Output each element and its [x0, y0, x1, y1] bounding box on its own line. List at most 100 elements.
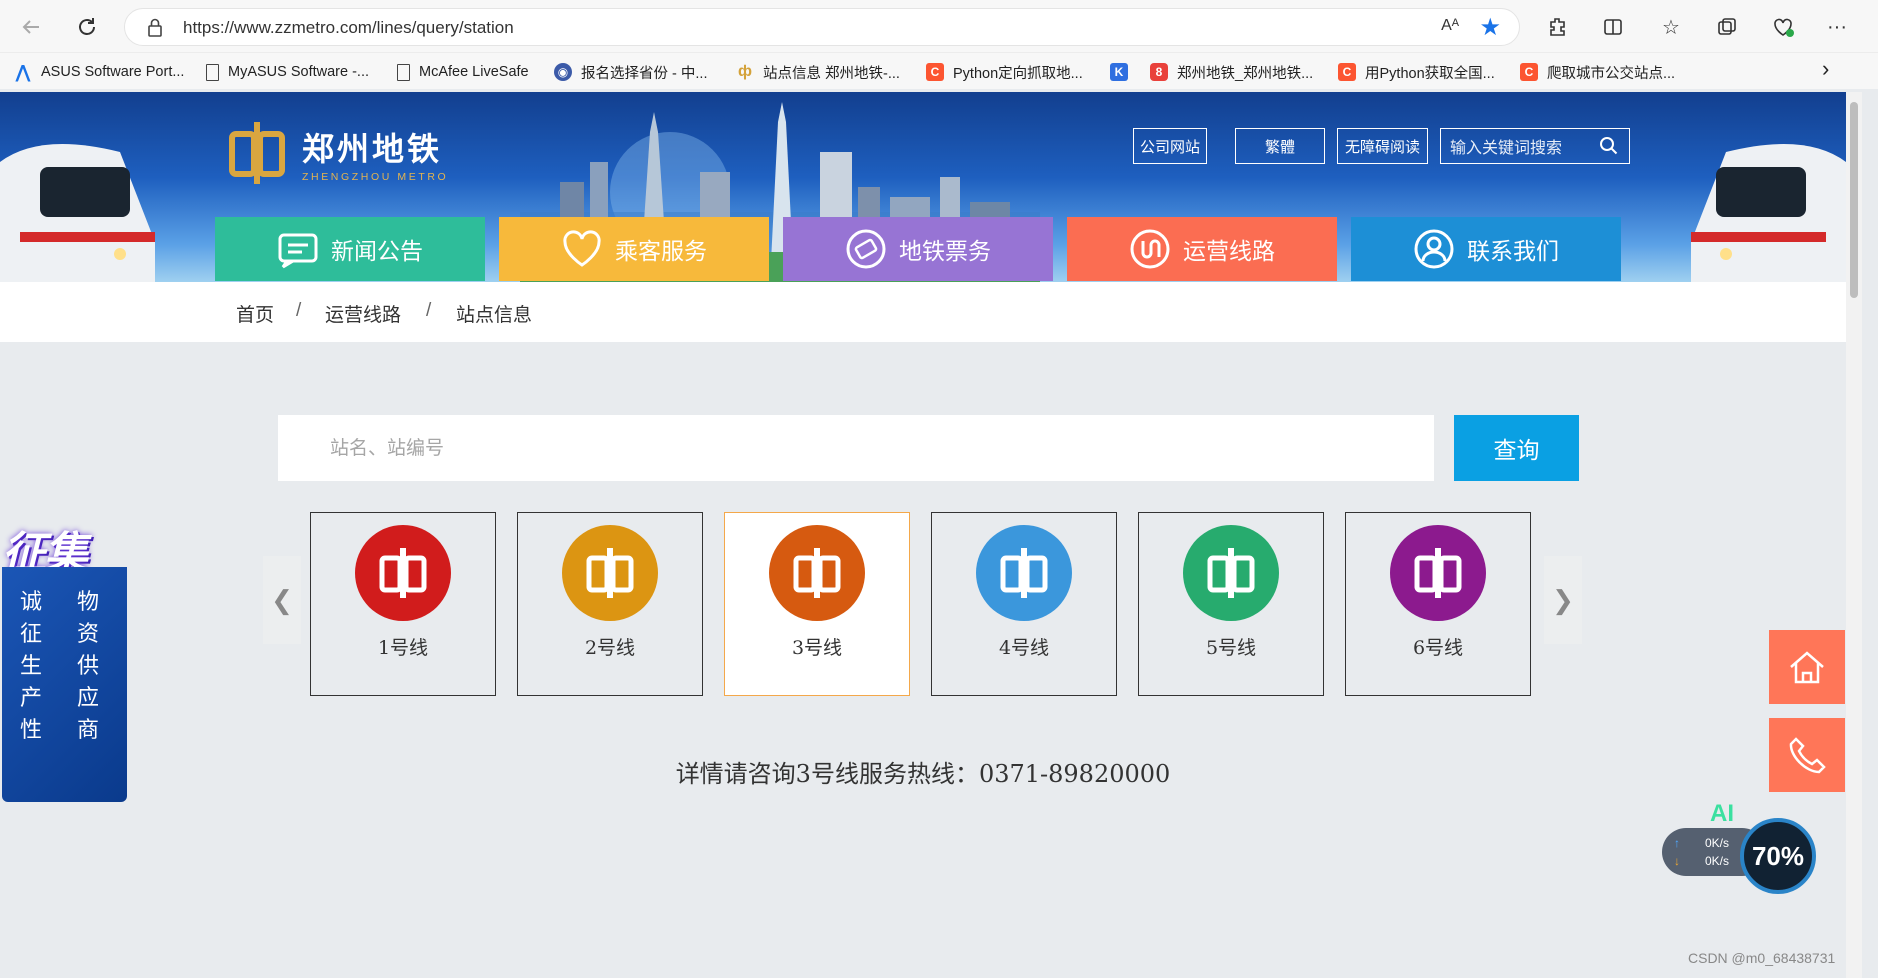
split-screen-icon[interactable] [1598, 12, 1628, 42]
page-viewport: 郑州地铁 ZHENGZHOU METRO 公司网站 繁體 无障碍阅读 输入关键词… [0, 92, 1846, 978]
baidu-icon: 8 [1150, 63, 1168, 81]
metro-logo-icon [769, 525, 865, 621]
line-card-1[interactable]: 1号线 [310, 512, 496, 696]
csdn-icon: C [926, 63, 944, 81]
back-arrow-icon [22, 20, 39, 34]
main-menu: 新闻公告 乘客服务 地铁票务 运营线路 联系我们 [215, 217, 1635, 281]
url-text: https://www.zzmetro.com/lines/query/stat… [183, 18, 514, 37]
breadcrumb-home[interactable]: 首页 [236, 300, 274, 327]
bookmarks-bar: ⋀ ASUS Software Port... MyASUS Software … [0, 53, 1878, 89]
station-search-input[interactable] [278, 415, 1434, 481]
recruit-box: 诚 征 生 产 性 物 资 供 应 商 [2, 567, 127, 802]
carousel-prev-button[interactable]: ❮ [263, 556, 301, 644]
site-logo[interactable]: 郑州地铁 ZHENGZHOU METRO [224, 120, 448, 186]
menu-item-operating-lines[interactable]: 运营线路 [1067, 217, 1337, 281]
station-search-box [278, 415, 1434, 481]
breadcrumb: 首页 / 运营线路 / 站点信息 [0, 282, 1846, 342]
menu-item-news[interactable]: 新闻公告 [215, 217, 485, 281]
service-hotline-text: 详情请咨询3号线服务热线：0371-89820000 [675, 760, 1171, 788]
metro-logo-icon [1183, 525, 1279, 621]
line-carousel: 1号线 2号线 3号线 4号线 5号线 6号线 [310, 512, 1531, 696]
globe-icon: ◉ [554, 63, 572, 81]
traditional-chinese-button[interactable]: 繁體 [1235, 128, 1325, 164]
logo-subtitle: ZHENGZHOU METRO [302, 170, 449, 183]
line-card-5[interactable]: 5号线 [1138, 512, 1324, 696]
header-search-input[interactable]: 输入关键词搜索 [1440, 128, 1630, 164]
breadcrumb-separator: / [426, 300, 432, 321]
breadcrumb-operating-lines[interactable]: 运营线路 [325, 300, 401, 327]
accessibility-reading-button[interactable]: 无障碍阅读 [1337, 128, 1428, 164]
csdn-icon: C [1338, 63, 1356, 81]
phone-icon [1789, 737, 1826, 774]
csdn-icon: C [1520, 63, 1538, 81]
heart-icon [563, 230, 601, 267]
line-label: 4号线 [998, 637, 1050, 659]
memory-usage-ring: 70% [1740, 818, 1816, 894]
home-float-button[interactable] [1769, 630, 1845, 704]
address-bar[interactable]: https://www.zzmetro.com/lines/query/stat… [124, 8, 1520, 46]
more-menu-icon[interactable]: ··· [1822, 12, 1852, 42]
bookmark-item[interactable]: ◉ 报名选择省份 - 中... [554, 61, 707, 83]
performance-heart-icon[interactable] [1768, 12, 1798, 42]
read-aloud-icon[interactable]: Aᴬ [1441, 17, 1459, 35]
favorites-icon[interactable]: ☆ [1656, 12, 1686, 42]
download-speed: 0K/s [1705, 854, 1730, 868]
logo-title: 郑州地铁 [302, 129, 443, 168]
bookmark-item[interactable]: C Python定向抓取地... [926, 61, 1083, 83]
bookmark-item[interactable]: C 爬取城市公交站点... [1520, 61, 1675, 83]
line-label: 1号线 [377, 637, 429, 659]
more-bookmarks-chevron-icon[interactable]: › [1822, 56, 1829, 81]
breadcrumb-station-info: 站点信息 [456, 304, 533, 326]
download-arrow-icon: ↓ [1674, 854, 1680, 868]
metro-logo-icon [1390, 525, 1486, 621]
bookmark-item[interactable]: ф 站点信息 郑州地铁-... [736, 61, 900, 83]
bookmark-item[interactable]: ⋀ ASUS Software Port... [14, 61, 184, 83]
line-card-4[interactable]: 4号线 [931, 512, 1117, 696]
favorite-star-icon[interactable]: ★ [1479, 13, 1501, 42]
refresh-icon [79, 18, 95, 35]
menu-item-contact-us[interactable]: 联系我们 [1351, 217, 1621, 281]
bookmark-item[interactable]: K [1110, 61, 1137, 83]
bookmark-item[interactable]: 8 郑州地铁_郑州地铁... [1150, 61, 1313, 83]
carousel-next-button[interactable]: ❯ [1544, 556, 1582, 644]
recruit-title: 征集 [2, 528, 88, 579]
ticket-icon [846, 229, 886, 269]
line-card-3[interactable]: 3号线 [724, 512, 910, 696]
line-card-6[interactable]: 6号线 [1345, 512, 1531, 696]
shield-icon: K [1110, 63, 1128, 81]
network-monitor-widget[interactable]: ↑ 0K/s ↓ 0K/s 70% [1662, 818, 1816, 894]
lock-icon [148, 18, 162, 37]
zhengzhou-metro-logo-icon [229, 122, 285, 184]
line-label: 5号线 [1205, 637, 1257, 659]
page-icon [397, 63, 410, 81]
phone-float-button[interactable] [1769, 718, 1845, 792]
collections-icon[interactable] [1712, 12, 1742, 42]
metro-logo-icon: ф [738, 63, 752, 80]
line-label: 3号线 [791, 637, 843, 659]
metro-logo-icon [562, 525, 658, 621]
line-card-2[interactable]: 2号线 [517, 512, 703, 696]
upload-arrow-icon: ↑ [1674, 836, 1680, 850]
csdn-watermark: CSDN @m0_68438731 [1688, 950, 1836, 966]
page-scrollbar[interactable] [1846, 92, 1862, 978]
page-icon [206, 63, 219, 81]
supplier-recruit-widget[interactable]: 征集 诚 征 生 产 性 物 资 供 应 商 [0, 517, 128, 802]
bookmark-item[interactable]: McAfee LiveSafe [397, 61, 529, 83]
menu-item-passenger-service[interactable]: 乘客服务 [499, 217, 769, 281]
extensions-icon[interactable] [1543, 12, 1573, 42]
scrollbar-thumb[interactable] [1850, 102, 1858, 298]
query-button[interactable]: 查询 [1454, 415, 1579, 481]
browser-toolbar: https://www.zzmetro.com/lines/query/stat… [0, 0, 1878, 53]
refresh-button[interactable] [70, 10, 104, 44]
metro-logo-icon [976, 525, 1072, 621]
home-icon [1790, 651, 1824, 684]
train-image-left [0, 144, 155, 282]
back-button[interactable] [14, 10, 48, 44]
company-site-button[interactable]: 公司网站 [1133, 128, 1207, 164]
menu-item-ticketing[interactable]: 地铁票务 [783, 217, 1053, 281]
search-icon[interactable] [1599, 136, 1619, 156]
bookmark-item[interactable]: MyASUS Software -... [206, 61, 369, 83]
user-icon [1414, 229, 1454, 269]
route-icon [1130, 229, 1170, 269]
bookmark-item[interactable]: C 用Python获取全国... [1338, 61, 1495, 83]
